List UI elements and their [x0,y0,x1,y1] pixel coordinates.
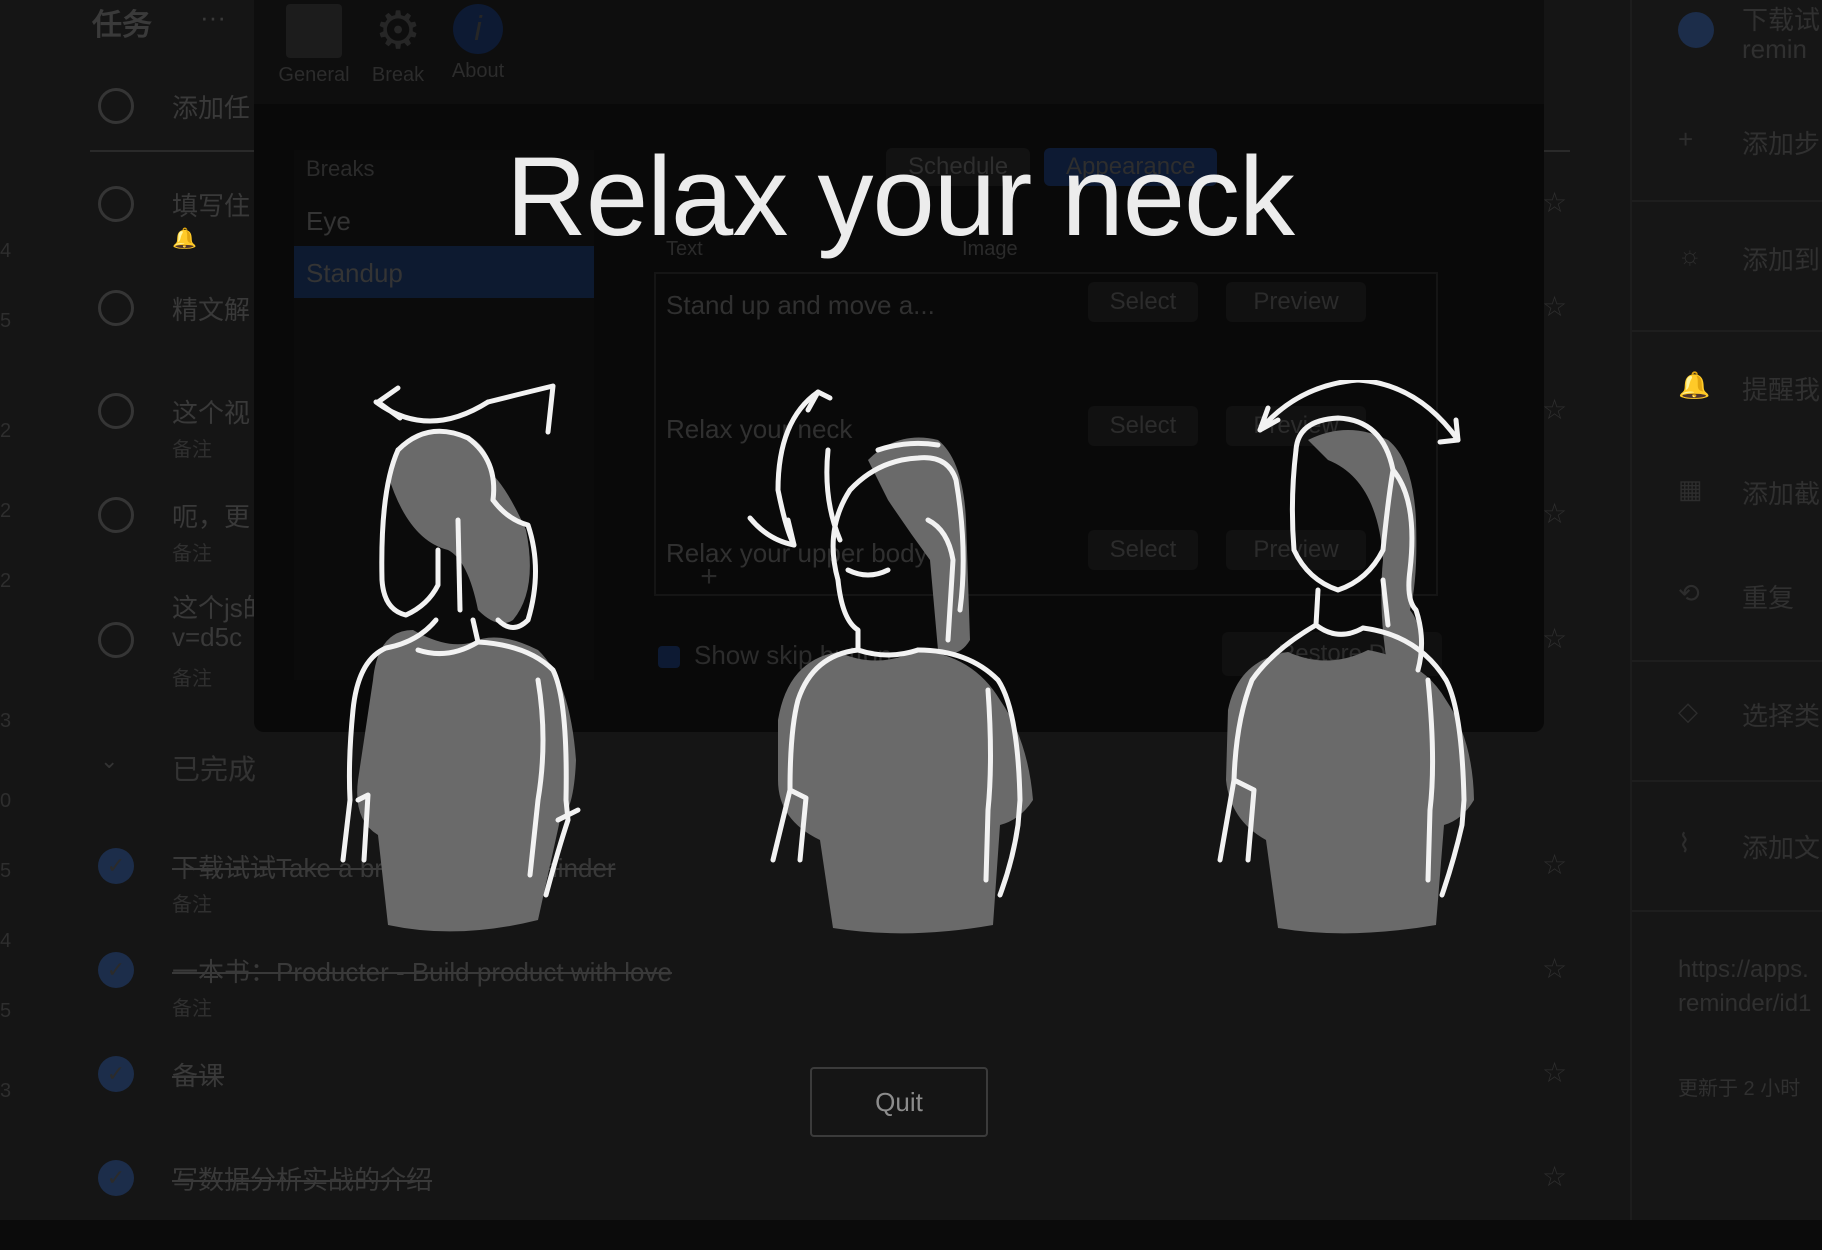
quit-button[interactable]: Quit [810,1067,988,1137]
neck-exercise-illustration-2 [747,389,1033,934]
neck-exercise-illustration-3 [1217,380,1474,934]
break-overlay: Relax your neck Quit [0,0,1822,1220]
neck-exercise-illustration-1 [340,383,581,932]
break-title: Relax your neck [505,134,1295,259]
